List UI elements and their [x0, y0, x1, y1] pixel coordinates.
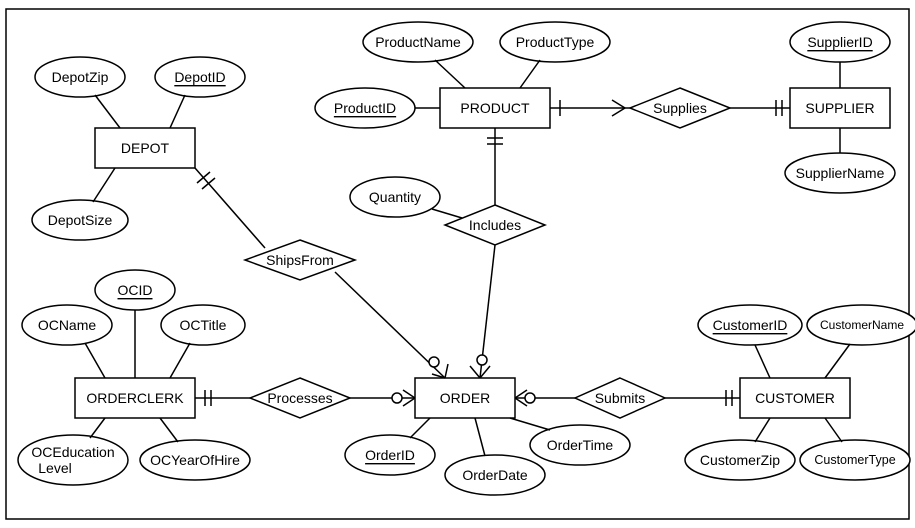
entity-supplier: SUPPLIER [790, 88, 890, 128]
attr-customertype: CustomerType [800, 440, 910, 480]
entity-orderclerk: ORDERCLERK [75, 378, 195, 418]
svg-text:OCName: OCName [38, 317, 97, 333]
entity-product-label: PRODUCT [460, 100, 530, 116]
attr-depotid: DepotID [155, 57, 245, 97]
svg-text:DepotZip: DepotZip [52, 69, 109, 85]
svg-text:OrderID: OrderID [365, 447, 415, 463]
svg-text:CustomerName: CustomerName [820, 318, 904, 332]
attr-producttype: ProductType [500, 22, 610, 62]
attr-ocname: OCName [22, 305, 112, 345]
attr-ocyearofhire: OCYearOfHire [140, 440, 250, 480]
frame [6, 9, 909, 519]
svg-text:OCYearOfHire: OCYearOfHire [150, 452, 240, 468]
er-diagram: DEPOT PRODUCT SUPPLIER ORDERCLERK ORDER … [0, 0, 915, 528]
svg-text:SupplierName: SupplierName [796, 165, 885, 181]
entity-depot: DEPOT [95, 128, 195, 168]
svg-text:ProductType: ProductType [516, 34, 595, 50]
svg-text:Quantity: Quantity [369, 189, 421, 205]
attr-ordertime: OrderTime [530, 425, 630, 465]
attr-suppliername: SupplierName [785, 153, 895, 193]
attr-depotzip: DepotZip [35, 57, 125, 97]
attr-ocedulevel: OCEducation Level [18, 435, 128, 485]
entity-order-label: ORDER [440, 390, 491, 406]
svg-text:DepotID: DepotID [174, 69, 225, 85]
attr-octitle: OCTitle [161, 305, 245, 345]
entity-customer: CUSTOMER [740, 378, 850, 418]
svg-text:CustomerType: CustomerType [814, 453, 895, 467]
attr-orderdate: OrderDate [445, 455, 545, 495]
entity-order: ORDER [415, 378, 515, 418]
entity-supplier-label: SUPPLIER [805, 100, 874, 116]
svg-text:CustomerID: CustomerID [713, 317, 788, 333]
attr-supplierid: SupplierID [790, 22, 890, 62]
svg-text:SupplierID: SupplierID [807, 34, 872, 50]
rel-submits: Submits [575, 378, 665, 418]
rel-shipsfrom-label: ShipsFrom [266, 252, 334, 268]
entity-product: PRODUCT [440, 88, 550, 128]
rel-includes-label: Includes [469, 217, 521, 233]
attr-productname: ProductName [363, 22, 473, 62]
svg-text:ProductName: ProductName [375, 34, 461, 50]
svg-text:OrderTime: OrderTime [547, 437, 614, 453]
attr-customerid: CustomerID [698, 305, 802, 345]
svg-text:ProductID: ProductID [334, 100, 396, 116]
attr-ocid: OCID [95, 270, 175, 310]
rel-processes-label: Processes [267, 390, 332, 406]
entity-customer-label: CUSTOMER [755, 390, 835, 406]
rel-supplies-label: Supplies [653, 100, 707, 116]
attr-customerzip: CustomerZip [685, 440, 795, 480]
rel-processes: Processes [250, 378, 350, 418]
attr-depotsize: DepotSize [32, 200, 128, 240]
svg-text:DepotSize: DepotSize [48, 212, 113, 228]
entity-depot-label: DEPOT [121, 140, 170, 156]
rel-includes: Includes [445, 205, 545, 245]
attr-quantity: Quantity [350, 177, 440, 217]
svg-text:OrderDate: OrderDate [462, 467, 528, 483]
attr-customername: CustomerName [807, 305, 915, 345]
attr-productid: ProductID [315, 88, 415, 128]
rel-shipsfrom: ShipsFrom [245, 240, 355, 280]
attr-orderid: OrderID [345, 435, 435, 475]
svg-text:Level: Level [38, 460, 71, 476]
svg-text:CustomerZip: CustomerZip [700, 452, 780, 468]
svg-text:OCID: OCID [118, 282, 153, 298]
svg-text:OCTitle: OCTitle [180, 317, 227, 333]
rel-submits-label: Submits [595, 390, 646, 406]
svg-text:OCEducation: OCEducation [31, 444, 114, 460]
entity-orderclerk-label: ORDERCLERK [86, 390, 184, 406]
rel-supplies: Supplies [630, 88, 730, 128]
